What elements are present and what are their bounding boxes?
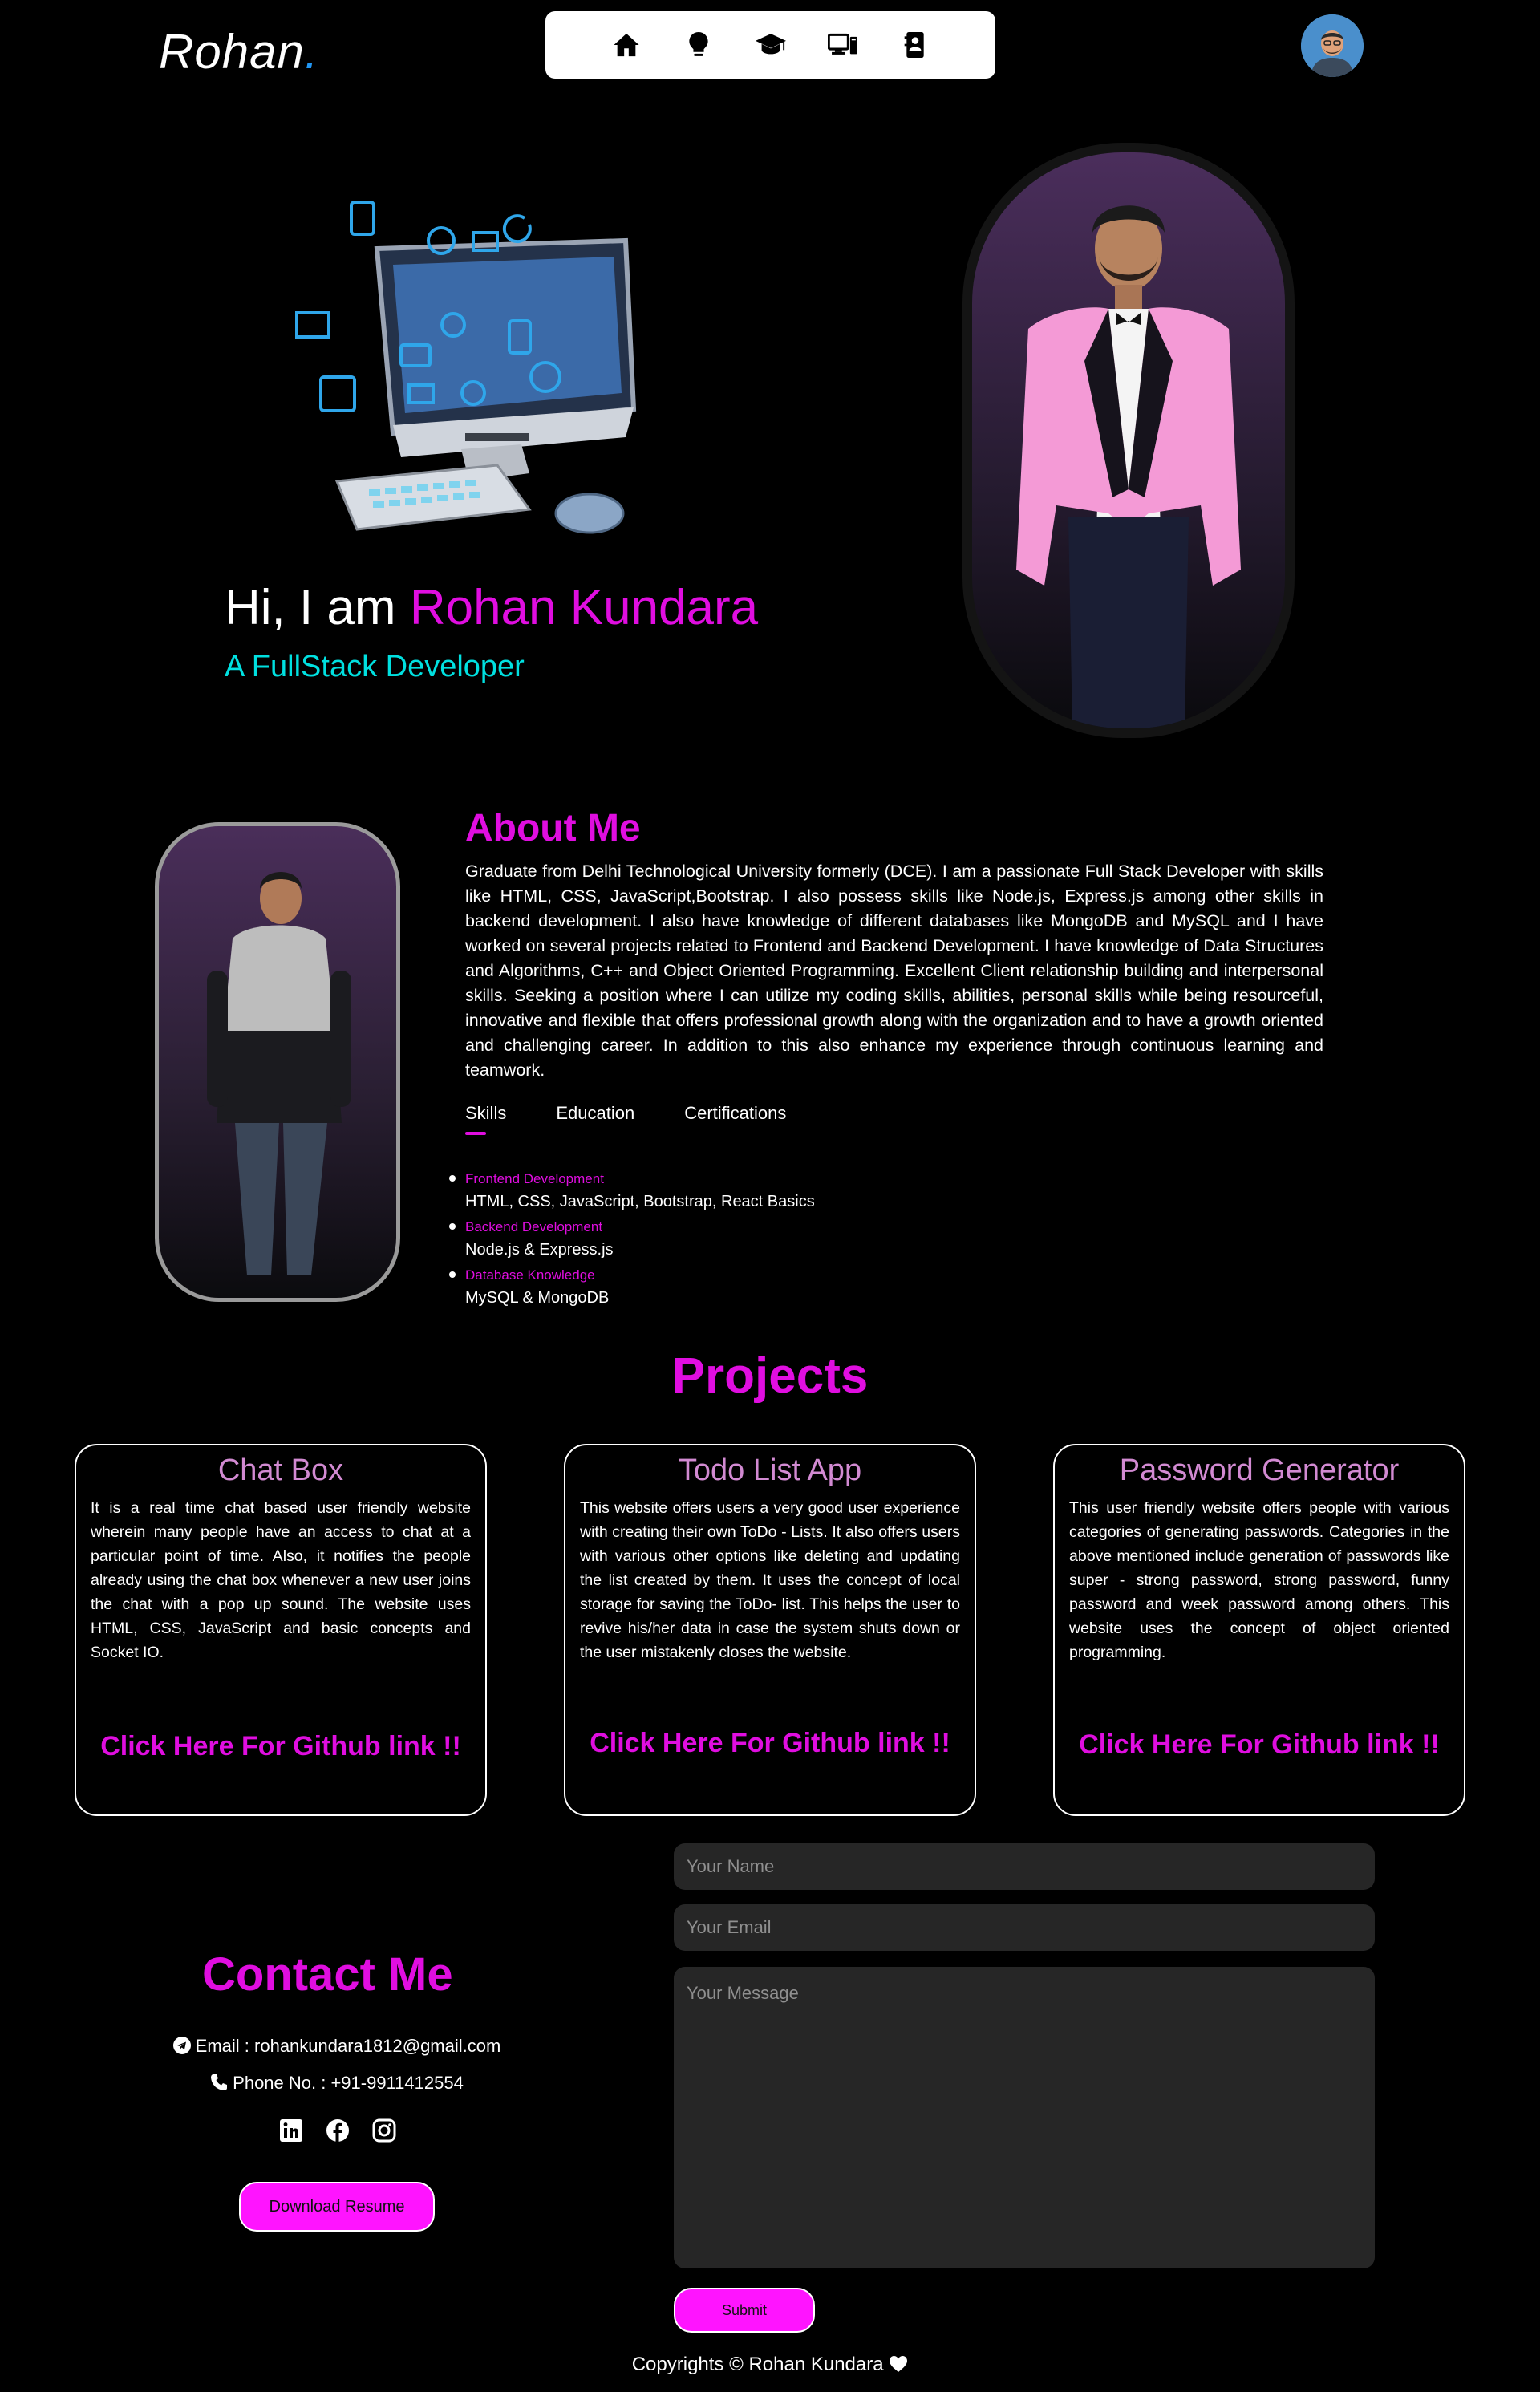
skill-title: Database Knowledge <box>465 1267 595 1283</box>
laptop-icon <box>827 33 857 55</box>
heart-icon <box>890 2356 908 2372</box>
list-item: Database Knowledge MySQL & MongoDB <box>449 1265 815 1310</box>
project-card-password-generator: Password Generator This user friendly we… <box>1053 1444 1465 1816</box>
list-item: Frontend Development HTML, CSS, JavaScri… <box>449 1169 815 1214</box>
contact-phone-text: Phone No. : +91-9911412554 <box>233 2073 464 2093</box>
phone-icon <box>211 2074 228 2090</box>
github-link[interactable]: Click Here For Github link !! <box>1055 1729 1464 1761</box>
avatar-icon <box>1301 14 1364 77</box>
computer-illustration <box>281 193 650 562</box>
skill-desc: MySQL & MongoDB <box>465 1289 610 1307</box>
message-textarea[interactable] <box>674 1967 1375 2268</box>
footer-text: Copyrights © Rohan Kundara <box>631 2353 884 2375</box>
hero-profile-photo <box>962 143 1295 738</box>
skill-title: Backend Development <box>465 1219 603 1235</box>
about-tabs: Skills Education Certifications <box>465 1103 786 1135</box>
logo-text: Rohan <box>159 25 305 79</box>
telegram-icon <box>172 2037 191 2054</box>
hero-role: A FullStack Developer <box>225 650 525 683</box>
avatar[interactable] <box>1301 14 1364 77</box>
skills-list: Frontend Development HTML, CSS, JavaScri… <box>449 1169 815 1313</box>
nav-home[interactable] <box>611 30 642 60</box>
project-description: This user friendly website offers people… <box>1069 1499 1449 1661</box>
contact-email-text: Email : rohankundara1812@gmail.com <box>195 2036 501 2056</box>
facebook-icon[interactable] <box>326 2118 350 2143</box>
lightbulb-icon <box>688 32 708 56</box>
tab-certifications[interactable]: Certifications <box>684 1103 786 1124</box>
email-input[interactable] <box>674 1904 1375 1951</box>
project-description: It is a real time chat based user friend… <box>91 1499 471 1661</box>
project-description: This website offers users a very good us… <box>580 1499 960 1661</box>
project-card-chat-box: Chat Box It is a real time chat based us… <box>75 1444 487 1816</box>
logo-dot: . <box>304 25 319 79</box>
graduation-cap-icon <box>755 34 786 55</box>
tab-education[interactable]: Education <box>556 1103 634 1124</box>
projects-title: Projects <box>671 1348 869 1404</box>
social-links <box>279 2118 396 2143</box>
about-profile-photo <box>155 822 400 1302</box>
project-title: Password Generator <box>1119 1453 1400 1487</box>
footer: Copyrights © Rohan Kundara <box>0 2353 1540 2376</box>
nav-skills[interactable] <box>683 30 714 60</box>
skill-title: Frontend Development <box>465 1171 604 1186</box>
skill-desc: Node.js & Express.js <box>465 1241 614 1259</box>
top-navbar <box>545 11 995 79</box>
home-icon <box>613 33 639 57</box>
skill-desc: HTML, CSS, JavaScript, Bootstrap, React … <box>465 1193 815 1210</box>
project-card-todo-list: Todo List App This website offers users … <box>564 1444 976 1816</box>
download-resume-button[interactable]: Download Resume <box>239 2182 435 2232</box>
project-title: Todo List App <box>678 1453 862 1487</box>
name-input[interactable] <box>674 1843 1375 1890</box>
contact-book-icon <box>904 32 924 58</box>
nav-projects[interactable] <box>827 30 858 60</box>
submit-button[interactable]: Submit <box>674 2288 815 2333</box>
about-description: Graduate from Delhi Technological Univer… <box>465 862 1323 1080</box>
about-title: About Me <box>465 807 641 849</box>
contact-title: Contact Me <box>202 1948 453 2001</box>
project-title: Chat Box <box>217 1453 344 1487</box>
contact-email[interactable]: Email : rohankundara1812@gmail.com <box>112 2036 561 2057</box>
nav-education[interactable] <box>755 30 786 60</box>
hero-greeting: Hi, I am Rohan Kundara <box>225 579 758 636</box>
tab-skills[interactable]: Skills <box>465 1103 506 1135</box>
list-item: Backend Development Node.js & Express.js <box>449 1217 815 1262</box>
linkedin-icon[interactable] <box>279 2118 303 2143</box>
site-logo[interactable]: Rohan. <box>159 24 318 79</box>
hero-name: Rohan Kundara <box>409 580 759 635</box>
contact-phone[interactable]: Phone No. : +91-9911412554 <box>112 2073 561 2094</box>
github-link[interactable]: Click Here For Github link !! <box>565 1728 975 1759</box>
hero-greeting-prefix: Hi, I am <box>225 580 410 635</box>
github-link[interactable]: Click Here For Github link !! <box>76 1731 485 1762</box>
nav-contact[interactable] <box>900 30 930 60</box>
instagram-icon[interactable] <box>372 2118 396 2143</box>
